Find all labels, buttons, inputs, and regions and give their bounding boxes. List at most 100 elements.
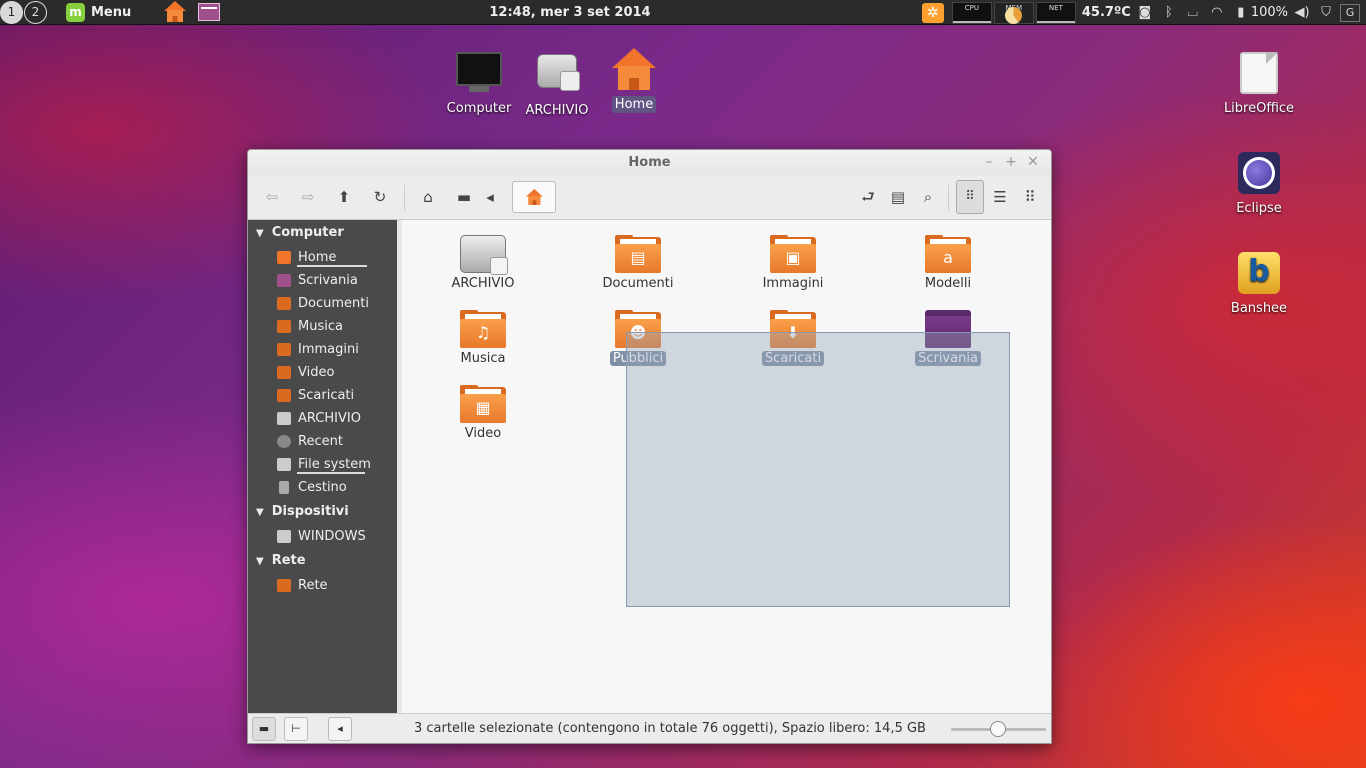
close-icon[interactable]: ✕ bbox=[1025, 153, 1041, 171]
top-panel: 1 2 m Menu 12:48, mer 3 set 2014 ✲ CPU M… bbox=[0, 0, 1366, 25]
path-left-arrow-icon[interactable]: ◂ bbox=[482, 183, 498, 211]
documents-folder-icon bbox=[277, 297, 291, 310]
desktop-icon-archivio[interactable]: ARCHIVIO bbox=[517, 48, 597, 119]
battery-level[interactable]: 100% bbox=[1251, 5, 1288, 20]
sidebar: ▼ Computer Home Scrivania Documenti Music… bbox=[248, 220, 397, 713]
show-places-icon[interactable]: ▬ bbox=[252, 717, 276, 741]
g-icon[interactable]: G bbox=[1340, 3, 1360, 22]
collapse-triangle-icon: ▼ bbox=[256, 507, 264, 518]
mem-pie-icon bbox=[1004, 6, 1022, 24]
drive-icon bbox=[533, 54, 581, 100]
volume-icon[interactable]: ◀) bbox=[1292, 3, 1312, 23]
bluetooth-icon[interactable]: ᛒ bbox=[1159, 3, 1179, 23]
forward-arrow-icon[interactable]: ⇨ bbox=[294, 183, 322, 211]
sidebar-item-windows[interactable]: WINDOWS bbox=[248, 525, 397, 548]
desktop-icon-libreoffice[interactable]: LibreOffice bbox=[1219, 48, 1299, 117]
desktop-icon-label: LibreOffice bbox=[1223, 101, 1295, 116]
sidebar-item-file-system[interactable]: File system bbox=[248, 453, 397, 476]
eclipse-icon bbox=[1235, 152, 1283, 198]
cpu-graph[interactable]: CPU bbox=[951, 1, 992, 24]
home-crumb-icon bbox=[526, 189, 543, 206]
file-item-video[interactable]: ▦ Video bbox=[428, 385, 538, 441]
desktop-icon-banshee[interactable]: b Banshee bbox=[1219, 248, 1299, 317]
battery-icon[interactable]: ▮ bbox=[1231, 3, 1251, 23]
compact-view-icon[interactable]: ⠿ bbox=[1016, 183, 1044, 211]
desktop-folder-icon bbox=[277, 274, 291, 287]
icon-view-button[interactable]: ⠿ bbox=[956, 180, 984, 214]
camera-icon[interactable]: ◙ bbox=[1135, 3, 1155, 23]
mem-graph[interactable]: MEM bbox=[993, 1, 1034, 24]
rubber-band-selection bbox=[626, 332, 1010, 607]
desktop-icon-label: Eclipse bbox=[1236, 201, 1282, 216]
sidebar-item-immagini[interactable]: Immagini bbox=[248, 338, 397, 361]
music-folder-icon: ♫ bbox=[460, 310, 506, 348]
desktop-icon-eclipse[interactable]: Eclipse bbox=[1219, 148, 1299, 217]
music-folder-icon bbox=[277, 320, 291, 333]
reload-icon[interactable]: ↻ bbox=[366, 183, 394, 211]
zoom-slider-handle[interactable] bbox=[990, 721, 1006, 737]
cpu-label: CPU bbox=[964, 3, 979, 12]
grid-icon: ⠿ bbox=[965, 189, 975, 204]
desktop-icon-home[interactable]: Home bbox=[594, 48, 674, 113]
status-bar: ▬ ⊢ ◂ 3 cartelle selezionate (contengono… bbox=[248, 713, 1051, 743]
documents-folder-icon: ▤ bbox=[615, 235, 661, 273]
drive-icon bbox=[460, 235, 508, 275]
temperature-readout[interactable]: 45.7ºC bbox=[1082, 5, 1131, 20]
computer-button-icon[interactable]: ▬ bbox=[450, 183, 478, 211]
sidebar-item-musica[interactable]: Musica bbox=[248, 315, 397, 338]
net-label: NET bbox=[1048, 3, 1063, 12]
home-button-icon[interactable]: ⌂ bbox=[414, 183, 442, 211]
show-tree-icon[interactable]: ⊢ bbox=[284, 717, 308, 741]
toggle-sidebar-icon[interactable]: ◂ bbox=[328, 717, 352, 741]
shield-icon[interactable]: ⛉ bbox=[1316, 3, 1336, 23]
file-item-documenti[interactable]: ▤ Documenti bbox=[583, 235, 693, 291]
desktop-icon-computer[interactable]: Computer bbox=[439, 48, 519, 117]
collapse-triangle-icon: ▼ bbox=[256, 556, 264, 567]
sidebar-item-scrivania[interactable]: Scrivania bbox=[248, 269, 397, 292]
recent-clock-icon bbox=[277, 435, 291, 448]
sidebar-item-archivio[interactable]: ARCHIVIO bbox=[248, 407, 397, 430]
open-terminal-icon[interactable]: ⮐ bbox=[854, 183, 882, 211]
keyboard-icon[interactable]: ⌴ bbox=[1183, 3, 1203, 23]
sidebar-item-scaricati[interactable]: Scaricati bbox=[248, 384, 397, 407]
sidebar-item-recent[interactable]: Recent bbox=[248, 430, 397, 453]
sidebar-item-documenti[interactable]: Documenti bbox=[248, 292, 397, 315]
file-item-modelli[interactable]: a Modelli bbox=[893, 235, 1003, 291]
sidebar-item-rete[interactable]: Rete bbox=[248, 574, 397, 597]
back-arrow-icon[interactable]: ⇦ bbox=[258, 183, 286, 211]
drive-icon bbox=[277, 530, 291, 543]
video-folder-icon bbox=[277, 366, 291, 379]
list-view-icon[interactable]: ☰ bbox=[986, 183, 1014, 211]
home-icon bbox=[610, 48, 658, 94]
video-folder-icon: ▦ bbox=[460, 385, 506, 423]
sidebar-section-computer[interactable]: ▼ Computer bbox=[248, 220, 397, 246]
sidebar-section-dispositivi[interactable]: ▼ Dispositivi bbox=[248, 499, 397, 525]
system-tray: ✲ CPU MEM NET 45.7ºC ◙ ᛒ ⌴ ◠ ▮ 100% ◀) ⛉… bbox=[918, 0, 1366, 25]
maximize-icon[interactable]: + bbox=[1003, 153, 1019, 171]
wifi-icon[interactable]: ◠ bbox=[1207, 3, 1227, 23]
up-arrow-icon[interactable]: ⬆ bbox=[330, 183, 358, 211]
file-item-immagini[interactable]: ▣ Immagini bbox=[738, 235, 848, 291]
sidebar-item-cestino[interactable]: Cestino bbox=[248, 476, 397, 499]
breadcrumb-home[interactable] bbox=[512, 181, 556, 213]
toolbar: ⇦ ⇨ ⬆ ↻ ⌂ ▬ ◂ ⮐ ▤ ⌕ ⠿ ☰ ⠿ bbox=[248, 175, 1051, 220]
home-icon bbox=[277, 251, 291, 264]
sidebar-item-home[interactable]: Home bbox=[248, 246, 397, 269]
system-monitor-icon[interactable]: ✲ bbox=[921, 2, 944, 23]
net-graph[interactable]: NET bbox=[1035, 1, 1076, 24]
file-item-musica[interactable]: ♫ Musica bbox=[428, 310, 538, 366]
trash-icon bbox=[279, 481, 289, 494]
file-item-archivio[interactable]: ARCHIVIO bbox=[428, 235, 538, 291]
minimize-icon[interactable]: – bbox=[981, 153, 997, 171]
collapse-triangle-icon: ▼ bbox=[256, 228, 264, 239]
new-folder-icon[interactable]: ▤ bbox=[884, 183, 912, 211]
pictures-folder-icon: ▣ bbox=[770, 235, 816, 273]
desktop-icon-label: ARCHIVIO bbox=[525, 103, 589, 118]
file-view[interactable]: ARCHIVIO ▤ Documenti ▣ Immagini a Modell… bbox=[402, 220, 1051, 713]
sidebar-item-video[interactable]: Video bbox=[248, 361, 397, 384]
search-icon[interactable]: ⌕ bbox=[914, 183, 942, 211]
sidebar-section-rete[interactable]: ▼ Rete bbox=[248, 548, 397, 574]
title-bar[interactable]: Home – + ✕ bbox=[248, 150, 1051, 175]
banshee-icon: b bbox=[1235, 252, 1283, 298]
desktop-icon-label: Computer bbox=[446, 101, 512, 116]
